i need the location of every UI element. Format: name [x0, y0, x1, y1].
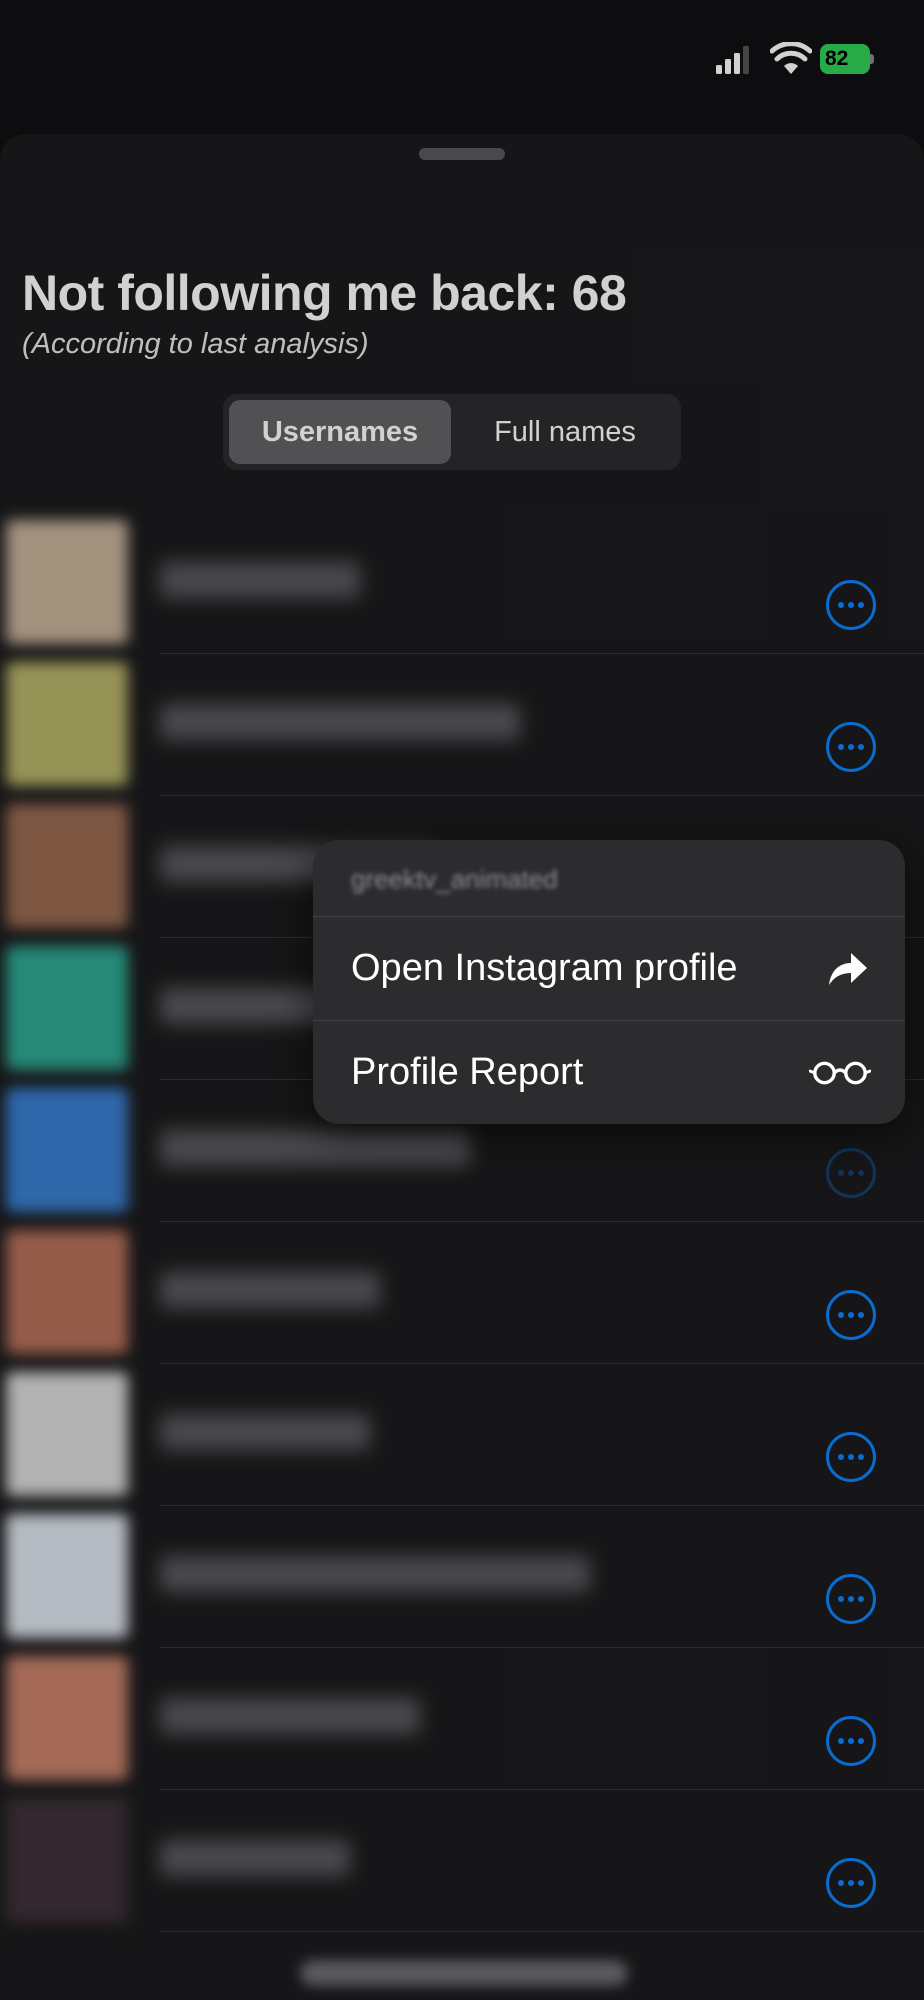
blurred-username [160, 1840, 350, 1876]
ellipsis-icon [829, 1435, 873, 1479]
context-menu-header: greektv_animated [313, 840, 905, 917]
list-item[interactable] [0, 1506, 924, 1648]
avatar [6, 1798, 128, 1922]
more-options-button[interactable] [826, 722, 876, 772]
list-item[interactable] [0, 1222, 924, 1364]
context-menu: greektv_animated Open Instagram profile … [313, 840, 905, 1124]
ellipsis-icon [829, 1293, 873, 1337]
blurred-username [160, 1272, 380, 1308]
home-indicator [300, 1960, 628, 1986]
more-options-button[interactable] [826, 1290, 876, 1340]
ellipsis-icon [829, 1151, 873, 1195]
list-item[interactable] [0, 512, 924, 654]
more-options-button[interactable] [826, 1858, 876, 1908]
more-options-button[interactable] [826, 1148, 876, 1198]
list-item[interactable] [0, 1790, 924, 1932]
blurred-username [160, 562, 360, 598]
ellipsis-icon [829, 1577, 873, 1621]
avatar [6, 804, 128, 928]
battery-indicator: 82 [820, 44, 874, 74]
blurred-username [160, 1556, 590, 1592]
ellipsis-icon [829, 583, 873, 627]
page-title: Not following me back: 68 [22, 265, 627, 321]
segment-usernames[interactable]: Usernames [229, 400, 451, 464]
ellipsis-icon [829, 1719, 873, 1763]
ellipsis-icon [829, 725, 873, 769]
more-options-button[interactable] [826, 1432, 876, 1482]
blurred-username [160, 1698, 420, 1734]
ellipsis-icon [829, 1861, 873, 1905]
avatar [6, 662, 128, 786]
avatar [6, 1514, 128, 1638]
more-options-button[interactable] [826, 1716, 876, 1766]
cellular-signal-icon [716, 46, 749, 74]
avatar [6, 1372, 128, 1496]
list-item[interactable] [0, 1648, 924, 1790]
avatar [6, 1230, 128, 1354]
blurred-username [160, 1414, 370, 1450]
blurred-username [160, 1130, 470, 1166]
more-options-button[interactable] [826, 580, 876, 630]
avatar [6, 520, 128, 644]
share-arrow-icon [829, 953, 867, 985]
segmented-control: Usernames Full names [223, 394, 681, 470]
row-divider [160, 1931, 924, 1932]
list-item[interactable] [0, 1364, 924, 1506]
menu-item-label: Profile Report [351, 1051, 584, 1093]
profile-report-item[interactable]: Profile Report [313, 1021, 905, 1124]
avatar [6, 1656, 128, 1780]
sheet-grabber[interactable] [419, 148, 505, 160]
list-item[interactable] [0, 654, 924, 796]
eyeglasses-icon [809, 1061, 871, 1085]
battery-level: 82 [820, 44, 870, 74]
wifi-icon [770, 42, 812, 74]
battery-nub [870, 54, 874, 64]
menu-item-label: Open Instagram profile [351, 947, 738, 989]
avatar [6, 946, 128, 1070]
status-bar: 82 [0, 0, 924, 120]
context-menu-username: greektv_animated [351, 864, 558, 894]
blurred-username [160, 704, 520, 740]
page-subtitle: (According to last analysis) [22, 328, 369, 360]
avatar [6, 1088, 128, 1212]
open-instagram-profile-item[interactable]: Open Instagram profile [313, 917, 905, 1021]
more-options-button[interactable] [826, 1574, 876, 1624]
segment-full-names[interactable]: Full names [455, 400, 675, 464]
